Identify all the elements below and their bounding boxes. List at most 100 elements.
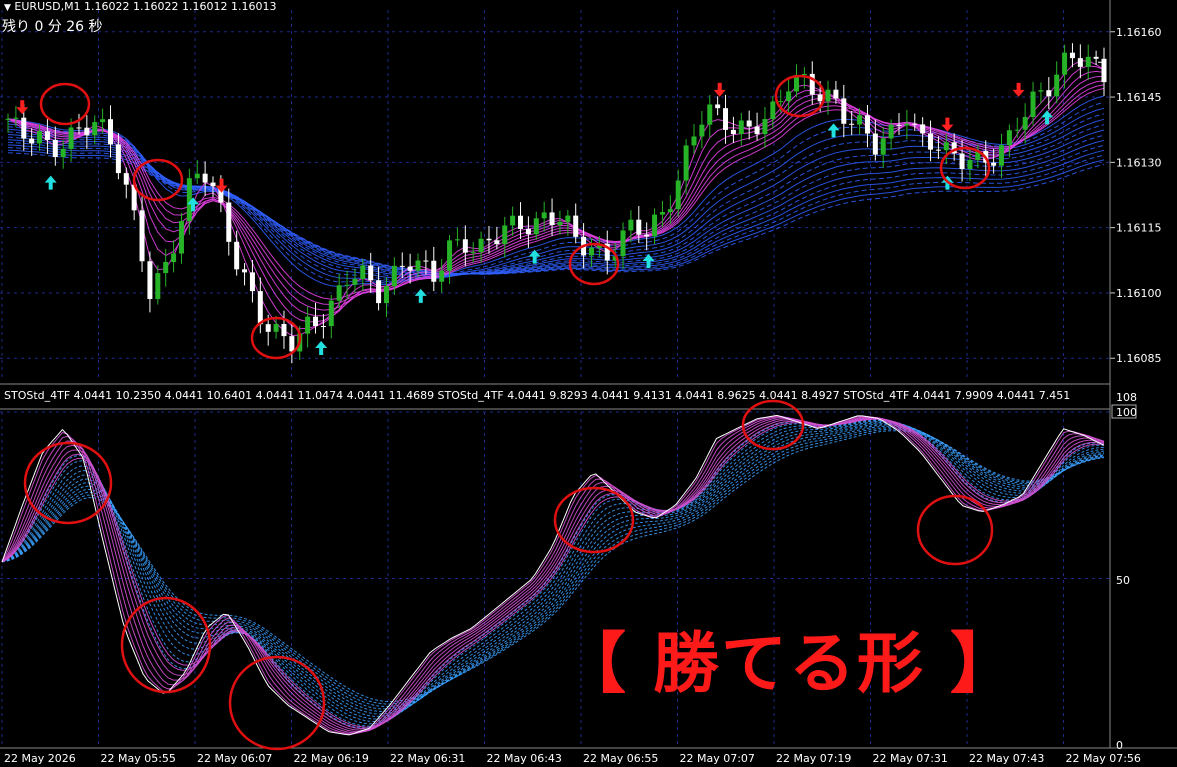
candle-body <box>1077 58 1083 67</box>
candle-body <box>431 260 437 282</box>
candle-body <box>494 240 500 245</box>
highlight-circle <box>120 596 212 694</box>
candle-body <box>478 238 484 253</box>
x-tick-label: 22 May 07:31 <box>873 752 948 765</box>
candle-body <box>620 230 626 257</box>
sell-arrow-icon <box>713 82 726 97</box>
candle-body <box>123 173 129 185</box>
candle-body <box>817 94 823 102</box>
candle-body <box>423 260 429 262</box>
candle-body <box>762 119 768 135</box>
candle-body <box>754 126 760 135</box>
candle-body <box>320 325 326 327</box>
candle-body <box>29 138 35 144</box>
symbol-header: ▼ EURUSD,M1 1.16022 1.16022 1.16012 1.16… <box>4 0 277 13</box>
y-tick-label: 108 <box>1116 391 1137 404</box>
candle-body <box>502 225 508 245</box>
candle-body <box>242 269 248 273</box>
candle-body <box>454 239 460 241</box>
candle-body <box>115 144 121 174</box>
candle-body <box>1069 52 1075 59</box>
candle-body <box>486 238 492 241</box>
candle-body <box>770 101 776 120</box>
candle-body <box>163 261 169 274</box>
candle-body <box>344 284 350 286</box>
candle-body <box>778 101 784 103</box>
dropdown-triangle-icon[interactable]: ▼ <box>4 3 11 13</box>
y-tick-label: 1.16085 <box>1116 352 1162 365</box>
candle-body <box>273 323 279 332</box>
candle-body <box>707 104 713 125</box>
candle-body <box>226 202 232 242</box>
candle-body <box>998 145 1004 166</box>
candle-body <box>723 108 729 130</box>
candle-body <box>336 285 342 301</box>
candle-body <box>462 239 468 253</box>
candle-body <box>920 124 926 134</box>
candle-body <box>935 149 941 151</box>
x-tick-label: 22 May 2026 <box>4 752 76 765</box>
candle-body <box>691 136 697 146</box>
candle-body <box>849 123 855 125</box>
y-tick-label: 1.16100 <box>1116 287 1162 300</box>
y-tick-label: 1.16115 <box>1116 222 1162 235</box>
candle-body <box>699 124 705 137</box>
candle-body <box>210 182 216 187</box>
candle-body <box>265 324 271 332</box>
x-tick-label: 22 May 06:19 <box>294 752 369 765</box>
highlight-circle <box>916 494 994 566</box>
candle-body <box>360 265 366 279</box>
candle-body <box>510 215 516 226</box>
candle-body <box>565 215 571 223</box>
candle-body <box>92 122 98 136</box>
x-tick-label: 22 May 06:43 <box>487 752 562 765</box>
ribbon-line-fast <box>7 60 1105 337</box>
candle-body <box>1030 91 1036 118</box>
candle-body <box>549 212 555 226</box>
candle-body <box>155 273 161 299</box>
candle-body <box>896 124 902 126</box>
candle-body <box>52 139 58 158</box>
x-tick-label: 22 May 06:55 <box>583 752 658 765</box>
candle-body <box>1093 56 1099 59</box>
candle-body <box>652 214 658 237</box>
candle-body <box>352 278 358 285</box>
candle-body <box>1062 52 1068 75</box>
candle-body <box>44 131 50 140</box>
buy-arrow-icon <box>44 175 57 190</box>
candle-body <box>588 247 594 256</box>
candle-body <box>281 323 287 337</box>
candle-body <box>928 133 934 150</box>
candle-body <box>667 209 673 213</box>
candle-body <box>147 261 153 299</box>
candle-body <box>202 173 208 183</box>
candle-body <box>1085 56 1091 67</box>
candle-body <box>5 118 11 120</box>
candle-body <box>557 222 563 226</box>
candle-body <box>368 265 374 281</box>
candle-body <box>801 73 807 75</box>
candle-body <box>391 265 397 287</box>
y-tick-label: 100 <box>1116 406 1137 419</box>
candle-body <box>872 133 878 155</box>
candle-body <box>60 148 66 158</box>
candle-body <box>943 142 949 151</box>
symbol-quote: EURUSD,M1 1.16022 1.16022 1.16012 1.1601… <box>14 0 277 13</box>
candle-body <box>1046 90 1052 97</box>
candle-body <box>139 210 145 262</box>
candle-body <box>518 215 524 229</box>
candle-body <box>328 300 334 327</box>
y-tick-label: 50 <box>1116 574 1130 587</box>
x-tick-label: 22 May 06:31 <box>390 752 465 765</box>
y-tick-label: 1.16130 <box>1116 156 1162 169</box>
candle-body <box>644 234 650 237</box>
candle-body <box>313 316 319 326</box>
candle-body <box>525 228 531 235</box>
candle-body <box>376 280 382 304</box>
candle-body <box>636 219 642 235</box>
candle-body <box>967 159 973 169</box>
y-tick-label: 1.16145 <box>1116 91 1162 104</box>
candle-body <box>912 123 918 125</box>
x-tick-label: 22 May 05:55 <box>101 752 176 765</box>
countdown-timer: 残り 0 分 26 秒 <box>2 19 103 35</box>
